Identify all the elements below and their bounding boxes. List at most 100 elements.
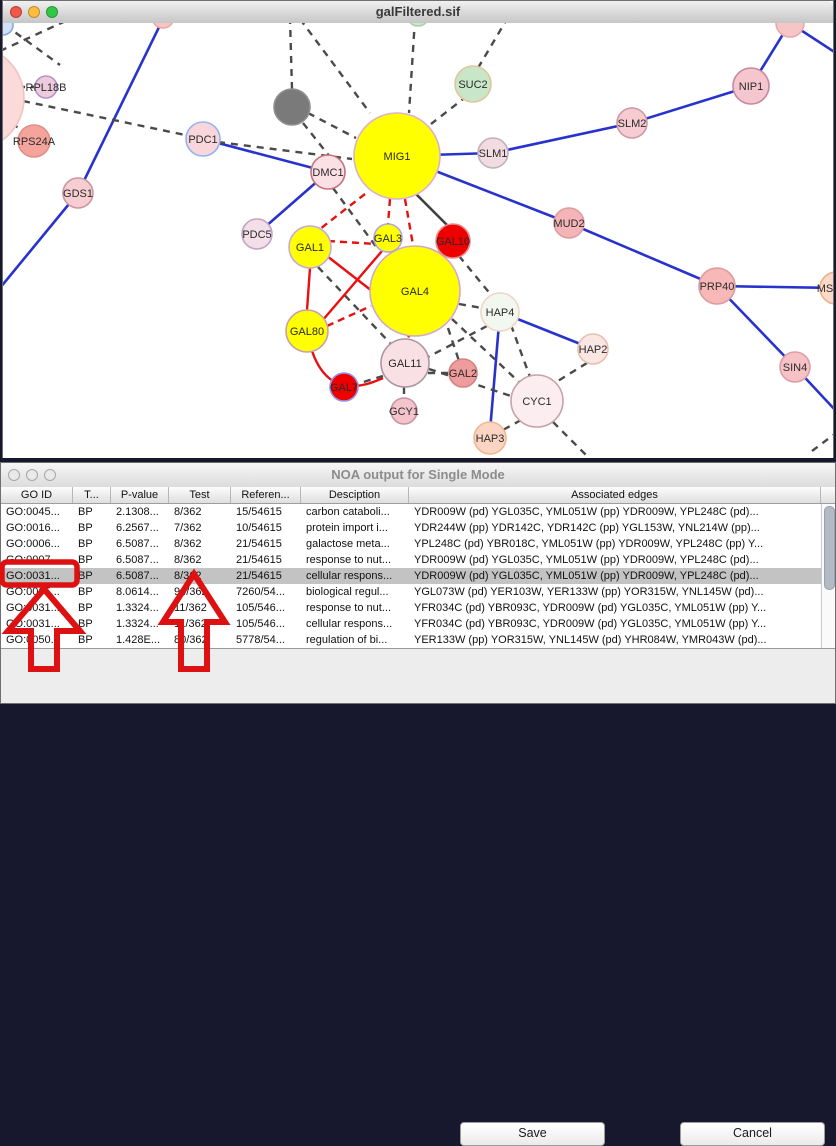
graph-window-title: galFiltered.sif [3, 4, 833, 19]
node-label-mig1: MIG1 [384, 151, 411, 163]
node-label-hap4: HAP4 [486, 307, 515, 319]
cell-p_value: 6.5087... [111, 536, 169, 552]
cell-reference: 21/54615 [231, 568, 301, 584]
edge-pd [553, 363, 587, 384]
noa-window-titlebar[interactable]: NOA output for Single Mode [1, 463, 835, 488]
edge-pd [23, 101, 190, 136]
cell-test: 94/362 [169, 584, 231, 600]
cell-description: regulation of bi... [301, 632, 409, 648]
edge-pd [459, 304, 482, 308]
noa-window-title: NOA output for Single Mode [1, 467, 835, 482]
noa-output-window: NOA output for Single Mode GO IDT...P-va… [0, 462, 836, 704]
cell-p_value: 6.5087... [111, 552, 169, 568]
cell-p_value: 6.5087... [111, 568, 169, 584]
edge-pd [478, 23, 507, 68]
node-label-hap3: HAP3 [476, 433, 505, 445]
table-row[interactable]: GO:0031...BP1.3324...11/362105/546...cel… [1, 616, 835, 632]
column-header-test[interactable]: Test [169, 487, 231, 503]
graph-window: galFiltered.sif RPL18BRPS24AGDS1PDC1MIG1… [2, 0, 834, 458]
cell-test: 7/362 [169, 520, 231, 536]
edge-pp [3, 193, 78, 288]
node-clipped-top1[interactable] [152, 23, 174, 28]
cell-type: BP [73, 632, 111, 648]
cell-edges: YDR009W (pd) YGL035C, YML051W (pp) YDR00… [409, 504, 821, 520]
node-label-gal4: GAL4 [401, 286, 429, 298]
cell-go_id: GO:0006... [1, 536, 73, 552]
column-header-p_value[interactable]: P-value [111, 487, 169, 503]
cell-description: carbon cataboli... [301, 504, 409, 520]
cell-edges: YPL248C (pd) YBR018C, YML051W (pp) YDR00… [409, 536, 821, 552]
cell-description: response to nut... [301, 600, 409, 616]
node-gray[interactable] [274, 89, 310, 125]
cell-type: BP [73, 600, 111, 616]
cell-edges: YFR034C (pd) YBR093C, YDR009W (pd) YGL03… [409, 616, 821, 632]
scrollbar-thumb[interactable] [824, 506, 835, 590]
table-row[interactable]: GO:0006...BP6.5087...8/36221/54615galact… [1, 536, 835, 552]
cell-description: galactose meta... [301, 536, 409, 552]
node-label-pdc5: PDC5 [242, 229, 271, 241]
column-header-type[interactable]: T... [73, 487, 111, 503]
node-label-pdc1: PDC1 [188, 134, 217, 146]
column-header-edges[interactable]: Associated edges [409, 487, 821, 503]
cell-p_value: 8.0614... [111, 584, 169, 600]
edge-highlight-dashed [405, 199, 413, 245]
node-label-gal7: GAL7 [330, 382, 358, 394]
table-body: GO:0045...BP2.1308...8/36215/54615carbon… [1, 504, 835, 648]
cell-test: 8/362 [169, 536, 231, 552]
cell-reference: 21/54615 [231, 536, 301, 552]
edge-pd [308, 113, 356, 138]
edge-pd [300, 23, 370, 113]
edge-pp [569, 223, 717, 286]
column-header-go_id[interactable]: GO ID [1, 487, 73, 503]
node-label-nip1: NIP1 [739, 81, 763, 93]
cell-test: 8/362 [169, 568, 231, 584]
table-row[interactable]: GO:0050...BP1.428E...80/3625778/54...reg… [1, 632, 835, 648]
edge-pd [431, 96, 467, 124]
cell-go_id: GO:0045... [1, 504, 73, 520]
node-clipped-corner[interactable] [3, 23, 13, 35]
node-clipped-topright[interactable] [776, 23, 804, 37]
cell-go_id: GO:0031... [1, 616, 73, 632]
cell-edges: YGL073W (pd) YER103W, YER133W (pp) YOR31… [409, 584, 821, 600]
table-row[interactable]: GO:0031...BP1.3324...11/362105/546...res… [1, 600, 835, 616]
node-clipped-top2[interactable] [407, 23, 429, 26]
edge-highlight-dashed [388, 199, 390, 224]
vertical-scrollbar[interactable] [821, 504, 835, 648]
edge-highlight [327, 256, 372, 291]
cell-test: 80/362 [169, 632, 231, 648]
cell-type: BP [73, 536, 111, 552]
table-row[interactable]: GO:0065...BP8.0614...94/3627260/54...bio… [1, 584, 835, 600]
cell-reference: 105/546... [231, 616, 301, 632]
node-label-prp40: PRP40 [700, 281, 735, 293]
table-row[interactable]: GO:0016...BP6.2567...7/36210/54615protei… [1, 520, 835, 536]
table-row[interactable]: GO:0007...BP6.5087...8/36221/54615respon… [1, 552, 835, 568]
node-label-hap2: HAP2 [579, 344, 608, 356]
cell-p_value: 1.3324... [111, 616, 169, 632]
node-label-gal1: GAL1 [296, 242, 324, 254]
cell-type: BP [73, 552, 111, 568]
column-header-description[interactable]: Desciption [301, 487, 409, 503]
cell-edges: YDR009W (pd) YGL035C, YML051W (pp) YDR00… [409, 568, 821, 584]
cell-reference: 105/546... [231, 600, 301, 616]
edge-pp [493, 123, 632, 153]
edge-highlight [307, 268, 310, 310]
cancel-button[interactable]: Cancel [680, 1122, 825, 1146]
cell-go_id: GO:0007... [1, 552, 73, 568]
cell-test: 11/362 [169, 616, 231, 632]
cell-type: BP [73, 520, 111, 536]
cell-test: 8/362 [169, 504, 231, 520]
node-label-cyc1: CYC1 [522, 396, 551, 408]
table-row-selected[interactable]: GO:0031...BP6.5087...8/36221/54615cellul… [1, 568, 835, 584]
network-canvas[interactable]: RPL18BRPS24AGDS1PDC1MIG1DMC1SUC2SLM1SLM2… [3, 23, 833, 458]
cell-reference: 5778/54... [231, 632, 301, 648]
edge-pd [503, 420, 521, 430]
save-button[interactable]: Save [460, 1122, 605, 1146]
edge-pd [459, 256, 492, 296]
edge-pd [812, 433, 833, 451]
node-label-rps24a: RPS24A [13, 136, 56, 148]
edge-pd [303, 123, 330, 157]
column-header-reference[interactable]: Referen... [231, 487, 301, 503]
table-row[interactable]: GO:0045...BP2.1308...8/36215/54615carbon… [1, 504, 835, 520]
edge-pd [333, 188, 377, 248]
graph-window-titlebar[interactable]: galFiltered.sif [3, 1, 833, 24]
